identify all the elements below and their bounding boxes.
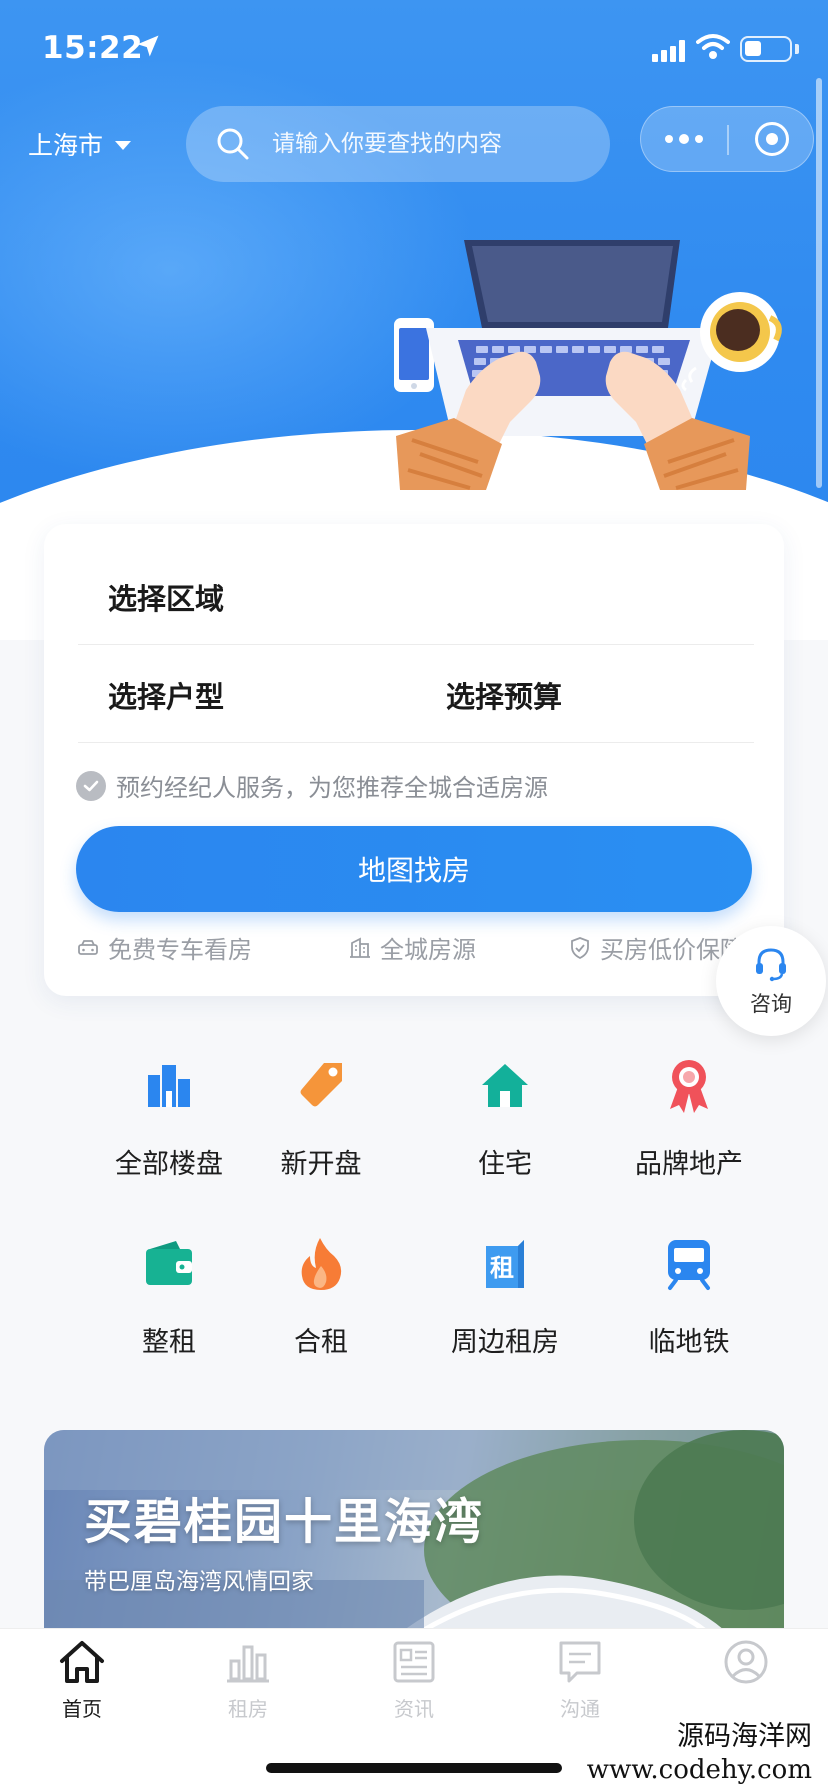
battery-icon [740, 36, 792, 62]
feature-all-listings: 全城房源 [348, 930, 476, 965]
house-search-card: 选择区域 选择户型 选择预算 预约经纪人服务，为您推荐全城合适房源 地图找房 免… [44, 524, 784, 996]
feature-free-car: 免费专车看房 [76, 930, 252, 965]
message-icon [559, 1641, 601, 1683]
house-icon [477, 1058, 533, 1114]
map-search-button[interactable]: 地图找房 [76, 826, 752, 912]
category-label: 全部楼盘 [115, 1149, 223, 1180]
select-room-type[interactable]: 选择户型 [108, 674, 224, 716]
carousel-dots[interactable] [402, 494, 427, 500]
caret-down-icon [115, 140, 132, 150]
watermark-line2: www.codehy.com [586, 1754, 812, 1785]
miniprogram-capsule [640, 106, 814, 172]
city-name: 上海市 [28, 131, 104, 160]
headset-icon [756, 948, 786, 982]
subway-icon [661, 1236, 717, 1292]
select-budget[interactable]: 选择预算 [446, 674, 562, 716]
city-selector[interactable]: 上海市 [28, 126, 132, 162]
category-near-subway[interactable]: 临地铁 [597, 1236, 781, 1386]
category-label: 品牌地产 [635, 1149, 743, 1180]
scrollbar[interactable] [816, 78, 822, 488]
location-arrow-icon [137, 35, 159, 57]
carousel-dot[interactable] [402, 494, 410, 500]
feature-label: 免费专车看房 [108, 936, 252, 964]
category-brand-developers[interactable]: 品牌地产 [597, 1058, 781, 1208]
banner-subtitle: 带巴厘岛海湾风情回家 [84, 1569, 314, 1595]
category-label: 合租 [294, 1327, 348, 1358]
laptop-illustration [394, 240, 782, 490]
tab-rent[interactable]: 租房 [188, 1637, 308, 1737]
award-ribbon-icon [661, 1058, 717, 1114]
rent-glyph: 租 [490, 1254, 514, 1282]
tab-home[interactable]: 首页 [22, 1637, 142, 1737]
status-time: 15:22 [42, 30, 144, 66]
wallet-icon [141, 1236, 197, 1292]
rent-building-icon: 租 [477, 1236, 533, 1292]
battery-cap [795, 44, 799, 54]
tab-label: 租房 [228, 1697, 268, 1721]
more-dot [695, 135, 703, 143]
building-icon [350, 937, 370, 958]
home-icon [60, 1641, 104, 1683]
buildings-icon [141, 1058, 197, 1114]
wifi-icon [696, 34, 730, 59]
news-icon [393, 1641, 435, 1683]
more-menu-button[interactable] [641, 107, 727, 171]
category-new-launch[interactable]: 新开盘 [229, 1058, 413, 1208]
category-nearby-rent[interactable]: 租 周边租房 [413, 1236, 597, 1386]
home-indicator[interactable] [266, 1763, 562, 1773]
check-icon [76, 770, 106, 801]
consult-label: 咨询 [750, 992, 792, 1016]
category-shared-rent[interactable]: 合租 [229, 1236, 413, 1386]
select-region[interactable]: 选择区域 [108, 576, 224, 618]
status-bar: 15:22 [0, 0, 828, 96]
user-icon [724, 1640, 768, 1684]
car-icon [78, 939, 98, 955]
category-label: 住宅 [478, 1149, 532, 1180]
signal-icon [652, 38, 686, 62]
consult-button[interactable]: 咨询 [716, 926, 826, 1036]
feature-label: 全城房源 [380, 936, 476, 964]
promo-banner[interactable]: 买碧桂园十里海湾 带巴厘岛海湾风情回家 [44, 1430, 784, 1630]
search-input[interactable] [272, 131, 592, 157]
category-label: 新开盘 [280, 1149, 362, 1180]
close-miniprogram-button[interactable] [729, 107, 815, 171]
watermark-line1: 源码海洋网 [677, 1721, 812, 1752]
divider [78, 742, 754, 743]
divider [78, 644, 754, 645]
tab-label: 资讯 [394, 1697, 434, 1721]
tab-label: 首页 [62, 1697, 102, 1721]
category-label: 周边租房 [451, 1327, 559, 1358]
shield-icon [571, 936, 589, 959]
search-bar[interactable] [186, 106, 610, 182]
target-icon [755, 122, 789, 156]
more-dot [665, 135, 673, 143]
flame-icon [293, 1236, 349, 1292]
agent-service-text: 预约经纪人服务，为您推荐全城合适房源 [116, 774, 548, 802]
tab-news[interactable]: 资讯 [354, 1637, 474, 1737]
agent-service-checkbox[interactable]: 预约经纪人服务，为您推荐全城合适房源 [76, 768, 548, 803]
tag-icon [293, 1058, 349, 1114]
carousel-dot-active[interactable] [415, 494, 427, 500]
category-label: 临地铁 [648, 1327, 730, 1358]
banner-title: 买碧桂园十里海湾 [84, 1494, 485, 1550]
category-label: 整租 [142, 1327, 196, 1358]
search-icon [217, 128, 249, 160]
bar-chart-icon [227, 1645, 269, 1683]
watermark: 源码海洋网 www.codehy.com [580, 1718, 818, 1789]
category-residential[interactable]: 住宅 [413, 1058, 597, 1208]
more-dot [679, 134, 689, 144]
